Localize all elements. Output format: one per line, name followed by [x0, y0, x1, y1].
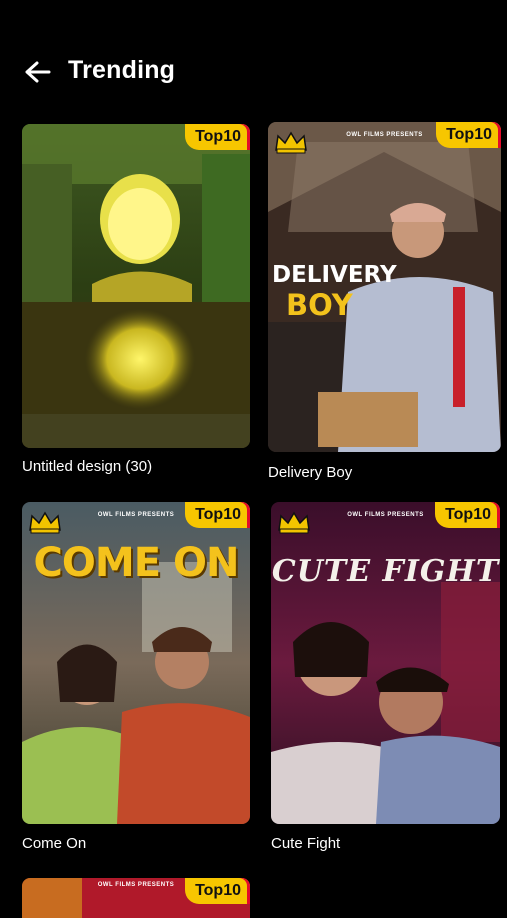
video-card-cute-fight[interactable]: OWL FILMS PRESENTS CUTE FIGHT Top10 [271, 502, 500, 824]
video-card-untitled-design[interactable]: Top10 [22, 124, 250, 448]
back-button[interactable] [22, 58, 52, 86]
page-title: Trending [68, 56, 176, 84]
card-caption: Untitled design (30) [22, 458, 153, 475]
poster-title: DELIVERY BOY [272, 262, 397, 322]
thumbnail-image [22, 124, 250, 448]
poster-title: COME ON [33, 540, 240, 586]
video-card-partial[interactable]: OWL FILMS PRESENTS Top10 [22, 878, 250, 918]
top10-badge: Top10 [435, 502, 500, 528]
app-header: Trending [0, 50, 507, 94]
top10-badge: Top10 [185, 124, 250, 150]
poster-title: CUTE FIGHT [271, 554, 500, 589]
video-card-come-on[interactable]: OWL FILMS PRESENTS COME ON Top10 [22, 502, 250, 824]
card-caption: Cute Fight [271, 835, 341, 852]
top10-badge: Top10 [185, 878, 250, 904]
card-caption: Come On [22, 835, 87, 852]
card-caption: Delivery Boy [268, 464, 353, 481]
top10-badge: Top10 [185, 502, 250, 528]
arrow-left-icon [25, 61, 51, 83]
thumbnail-image [271, 502, 500, 824]
top10-badge: Top10 [436, 122, 501, 148]
video-card-delivery-boy[interactable]: OWL FILMS PRESENTS DELIVERY BOY Top10 [268, 122, 501, 452]
